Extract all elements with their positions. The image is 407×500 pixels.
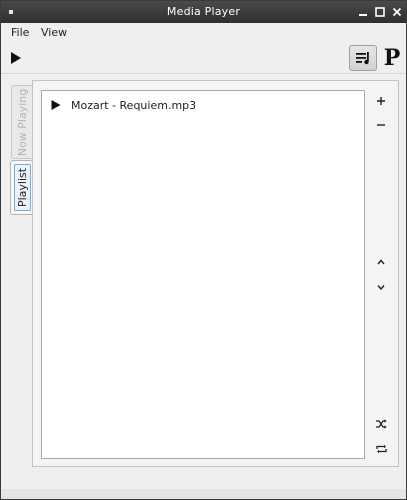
tab-focus-ring: Playlist xyxy=(14,164,31,211)
minus-icon xyxy=(377,124,385,126)
tab-playlist-label: Playlist xyxy=(16,167,30,208)
shuffle-icon xyxy=(375,419,387,429)
tab-now-playing[interactable]: Now Playing xyxy=(11,85,33,159)
list-item[interactable]: Mozart - Requiem.mp3 xyxy=(50,96,350,114)
maximize-icon[interactable] xyxy=(373,5,387,19)
repeat-icon xyxy=(375,444,387,454)
window-title: Media Player xyxy=(166,5,241,18)
tab-playlist[interactable]: Playlist xyxy=(10,160,32,215)
playlist-queue-icon xyxy=(356,52,369,65)
play-icon xyxy=(11,52,21,64)
chevron-down-icon xyxy=(377,285,385,291)
playlist-panel: Mozart - Requiem.mp3 xyxy=(32,80,399,467)
status-bar xyxy=(1,489,406,499)
track-title: Mozart - Requiem.mp3 xyxy=(71,98,197,112)
remove-button[interactable] xyxy=(372,116,390,134)
minimize-icon[interactable] xyxy=(356,5,370,19)
menu-file[interactable]: File xyxy=(11,26,29,39)
chevron-up-icon xyxy=(377,259,385,265)
play-icon xyxy=(51,100,61,110)
toolbar: P xyxy=(1,42,406,74)
move-up-button[interactable] xyxy=(372,253,390,271)
shuffle-button[interactable] xyxy=(372,415,390,433)
title-bar: Media Player xyxy=(1,1,406,23)
menu-view[interactable]: View xyxy=(41,26,67,39)
move-down-button[interactable] xyxy=(372,278,390,296)
plus-icon xyxy=(377,97,385,105)
playlist-list[interactable]: Mozart - Requiem.mp3 xyxy=(41,90,365,459)
media-player-window: Media Player File View P Now Playing Pla… xyxy=(0,0,407,500)
tab-now-playing-label: Now Playing xyxy=(16,88,29,156)
repeat-button[interactable] xyxy=(372,440,390,458)
close-icon[interactable] xyxy=(390,5,404,19)
play-button[interactable] xyxy=(9,51,23,65)
playlist-toggle-button[interactable] xyxy=(349,45,377,71)
menu-bar: File View xyxy=(1,23,406,42)
app-logo: P xyxy=(383,45,401,71)
add-button[interactable] xyxy=(372,92,390,110)
